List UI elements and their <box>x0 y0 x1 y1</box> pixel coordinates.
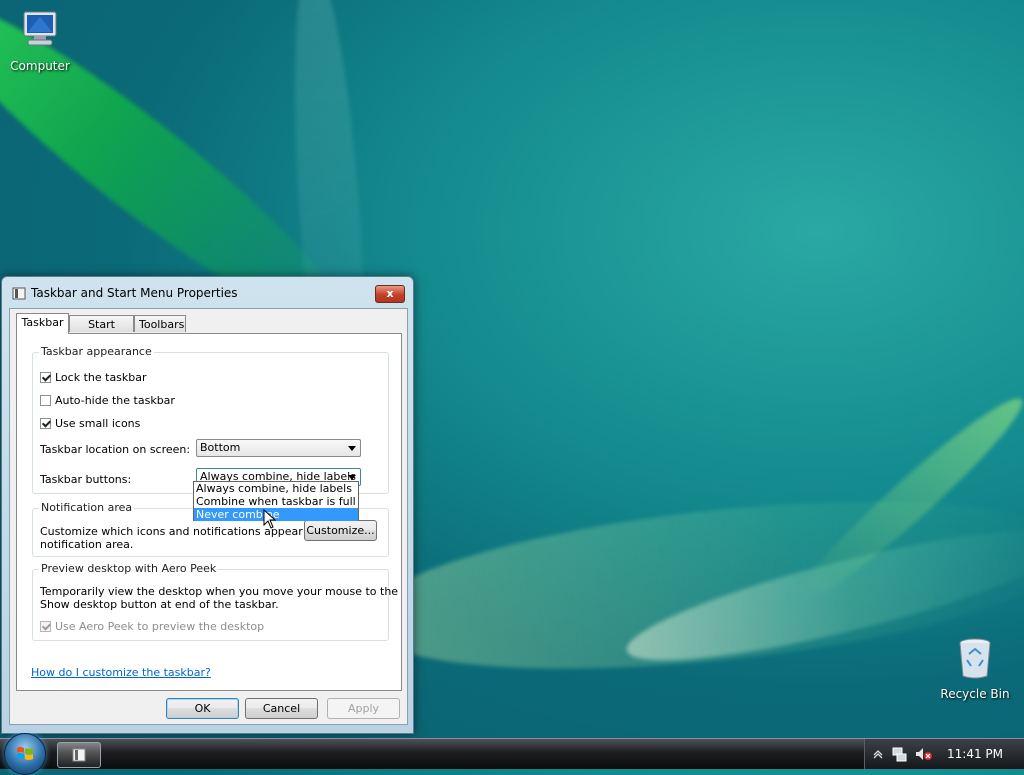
taskbar-settings-icon <box>12 287 26 300</box>
mouse-cursor-icon <box>263 509 277 529</box>
lock-taskbar-checkbox[interactable]: Lock the taskbar <box>40 371 147 385</box>
small-icons-checkbox[interactable]: Use small icons <box>40 417 140 431</box>
tab-toolbars[interactable]: Toolbars <box>134 315 186 332</box>
aero-peek-description-2: Show desktop button at end of the taskba… <box>40 598 279 611</box>
close-icon: x <box>386 287 394 300</box>
dropdown-option[interactable]: Combine when taskbar is full <box>194 495 358 508</box>
dialog-titlebar[interactable]: Taskbar and Start Menu Properties x <box>2 277 413 307</box>
network-icon[interactable] <box>891 746 907 762</box>
checkbox-box[interactable] <box>40 372 51 383</box>
group-label: Preview desktop with Aero Peek <box>39 562 219 575</box>
help-link[interactable]: How do I customize the taskbar? <box>31 666 211 679</box>
clock[interactable]: 11:41 PM <box>947 747 1003 761</box>
notification-description-2: notification area. <box>40 538 134 551</box>
close-button[interactable]: x <box>375 285 405 303</box>
group-label: Taskbar appearance <box>39 345 154 358</box>
cancel-button[interactable]: Cancel <box>245 698 318 719</box>
aero-peek-checkbox[interactable]: Use Aero Peek to preview the desktop <box>40 620 264 634</box>
tab-taskbar[interactable]: Taskbar <box>16 313 69 334</box>
checkbox-box[interactable] <box>40 418 51 429</box>
notification-description: Customize which icons and notifications … <box>40 525 338 538</box>
customize-button[interactable]: Customize... <box>304 520 377 541</box>
group-label: Notification area <box>39 501 135 514</box>
chevron-up-icon[interactable] <box>873 749 883 759</box>
taskbar: 11:41 PM <box>0 733 1024 775</box>
start-button[interactable] <box>4 733 46 775</box>
chevron-down-icon <box>348 475 356 480</box>
desktop-icon-computer[interactable]: Computer <box>0 8 80 73</box>
aero-peek-description: Temporarily view the desktop when you mo… <box>40 585 399 598</box>
computer-icon <box>23 11 57 46</box>
dialog-title: Taskbar and Start Menu Properties <box>31 286 238 300</box>
dropdown-option[interactable]: Always combine, hide labels <box>194 482 358 495</box>
location-label: Taskbar location on screen: <box>40 443 191 456</box>
desktop-icon-label: Computer <box>10 59 70 73</box>
checkbox-box[interactable] <box>40 395 51 406</box>
taskbar-app-button[interactable] <box>57 742 101 768</box>
chevron-down-icon <box>348 446 356 451</box>
volume-muted-icon[interactable] <box>915 746 933 762</box>
windows-logo-icon <box>17 747 33 760</box>
ok-button[interactable]: OK <box>166 698 239 719</box>
apply-button[interactable]: Apply <box>327 698 400 719</box>
desktop-icon-recycle-bin[interactable]: Recycle Bin <box>935 636 1015 701</box>
desktop-icon-label: Recycle Bin <box>940 687 1010 701</box>
location-combo[interactable]: Bottom <box>196 439 361 457</box>
taskbar-settings-icon <box>72 748 86 762</box>
taskbar-buttons-label: Taskbar buttons: <box>40 473 132 486</box>
tab-start-menu[interactable]: Start Menu <box>69 315 134 348</box>
checkbox-box[interactable] <box>40 621 51 632</box>
autohide-checkbox[interactable]: Auto-hide the taskbar <box>40 394 175 408</box>
recycle-bin-icon <box>959 638 991 679</box>
notification-tray: 11:41 PM <box>864 739 1024 769</box>
